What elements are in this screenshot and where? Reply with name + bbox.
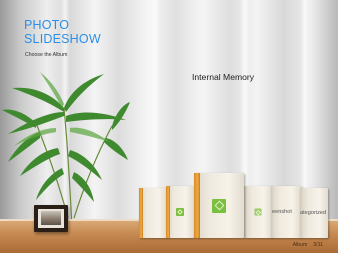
album-page-counter: 3/11 bbox=[313, 242, 323, 248]
album-item[interactable] bbox=[139, 188, 167, 238]
album-item[interactable] bbox=[166, 186, 194, 238]
plant-decoration bbox=[2, 72, 130, 228]
storage-label: Internal Memory bbox=[192, 72, 255, 82]
photo-frame-icon bbox=[34, 205, 68, 232]
album-item[interactable]: ategorized bbox=[300, 188, 328, 238]
album-icon bbox=[212, 198, 226, 213]
album-status: Album 3/11 bbox=[287, 242, 323, 248]
app-title-line1: PHOTO bbox=[24, 18, 70, 32]
curtain-fold bbox=[300, 0, 310, 213]
album-label: eenshot bbox=[272, 209, 292, 215]
album-icon bbox=[254, 208, 262, 216]
album-item[interactable] bbox=[244, 186, 272, 238]
album-label: ategorized bbox=[300, 210, 327, 216]
subtitle: Choose the Album bbox=[25, 52, 68, 58]
album-spine bbox=[244, 186, 248, 238]
album-spine bbox=[139, 188, 143, 238]
album-spine bbox=[194, 173, 200, 238]
album-icon bbox=[176, 208, 184, 216]
app-title: PHOTO SLIDESHOW bbox=[24, 18, 101, 46]
photo-slideshow-screen: PHOTO SLIDESHOW Choose the Album Interna… bbox=[0, 0, 338, 253]
app-title-line2: SLIDESHOW bbox=[24, 32, 101, 46]
album-item-selected[interactable] bbox=[194, 173, 244, 238]
photo-frame-mat bbox=[38, 209, 64, 228]
photo-frame-image bbox=[41, 211, 61, 225]
album-status-label: Album bbox=[292, 242, 308, 248]
curtain-fold bbox=[150, 0, 160, 213]
album-item[interactable]: eenshot bbox=[271, 186, 301, 238]
album-spine bbox=[166, 186, 170, 238]
